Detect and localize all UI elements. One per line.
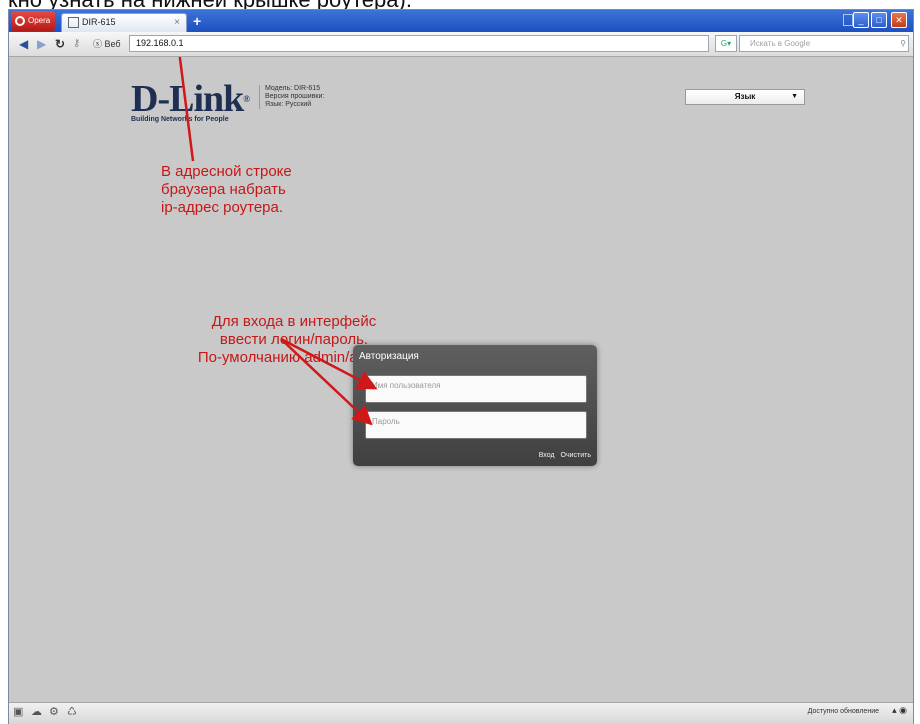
navigation-bar: ◀ ▶ ↻ ⚷ ⓢ Веб 192.168.0.1 G▾ Искать в Go… bbox=[9, 32, 913, 57]
close-window-button[interactable]: ✕ bbox=[891, 12, 907, 28]
chevron-down-icon: ▼ bbox=[791, 93, 798, 100]
new-tab-button[interactable]: + bbox=[193, 13, 201, 29]
device-info: Модель: DIR-615 Версия прошивки: Язык: Р… bbox=[259, 85, 324, 109]
back-arrow-icon[interactable]: ◀ bbox=[19, 35, 28, 53]
unite-icon[interactable]: ⚙ bbox=[49, 705, 59, 718]
address-bar[interactable]: 192.168.0.1 bbox=[129, 35, 709, 52]
address-annotation: В адресной строке браузера набрать ip-ад… bbox=[161, 163, 292, 216]
language-label: Язык: Русский bbox=[265, 101, 312, 108]
title-bar: Opera DIR-615 × + _ □ ✕ bbox=[9, 10, 913, 32]
sync-icon[interactable]: ♺ bbox=[67, 705, 77, 718]
tab-dir615[interactable]: DIR-615 × bbox=[61, 13, 187, 32]
auth-actions: Вход Очистить bbox=[535, 452, 591, 459]
trash-icon[interactable] bbox=[843, 14, 853, 26]
auth-dialog: Авторизация Имя пользователя Пароль Вход… bbox=[353, 345, 597, 466]
page-content: D-Link® Building Networks for People Мод… bbox=[9, 57, 913, 702]
model-label: Модель: DIR-615 bbox=[265, 85, 321, 92]
minimize-button[interactable]: _ bbox=[853, 12, 869, 28]
search-engine-icon[interactable]: G▾ bbox=[715, 35, 737, 52]
status-bar: ▣ ☁ ⚙ ♺ Доступно обновление ▴ ◉ bbox=[9, 702, 913, 724]
auth-title: Авторизация bbox=[359, 351, 419, 362]
language-select[interactable]: Язык ▼ bbox=[685, 89, 805, 105]
firmware-label: Версия прошивки: bbox=[265, 93, 325, 100]
panel-icon[interactable]: ▣ bbox=[13, 705, 23, 718]
login-button[interactable]: Вход bbox=[539, 452, 555, 459]
search-icon[interactable]: ⚲ bbox=[900, 36, 906, 51]
zoom-icon[interactable]: ▴ ◉ bbox=[892, 705, 907, 716]
page-favicon-icon bbox=[68, 17, 79, 29]
opera-menu-button[interactable]: Opera bbox=[11, 11, 55, 31]
browser-window: Opera DIR-615 × + _ □ ✕ ◀ ▶ ↻ ⚷ ⓢ Веб 19… bbox=[8, 9, 914, 724]
key-icon[interactable]: ⚷ bbox=[73, 35, 80, 53]
maximize-button[interactable]: □ bbox=[871, 12, 887, 28]
web-site-info[interactable]: ⓢ Веб bbox=[93, 35, 121, 53]
search-input[interactable]: Искать в Google ⚲ bbox=[739, 35, 909, 52]
tab-close-icon[interactable]: × bbox=[174, 14, 180, 31]
turbo-icon[interactable]: ☁ bbox=[31, 705, 42, 718]
forward-arrow-icon[interactable]: ▶ bbox=[37, 35, 46, 53]
password-field[interactable]: Пароль bbox=[365, 411, 587, 439]
reload-icon[interactable]: ↻ bbox=[55, 35, 65, 53]
update-status[interactable]: Доступно обновление bbox=[808, 708, 879, 715]
clear-button[interactable]: Очистить bbox=[561, 452, 591, 459]
dlink-logo: D-Link® Building Networks for People bbox=[131, 78, 250, 123]
opera-logo-icon bbox=[15, 15, 25, 26]
username-field[interactable]: Имя пользователя bbox=[365, 375, 587, 403]
